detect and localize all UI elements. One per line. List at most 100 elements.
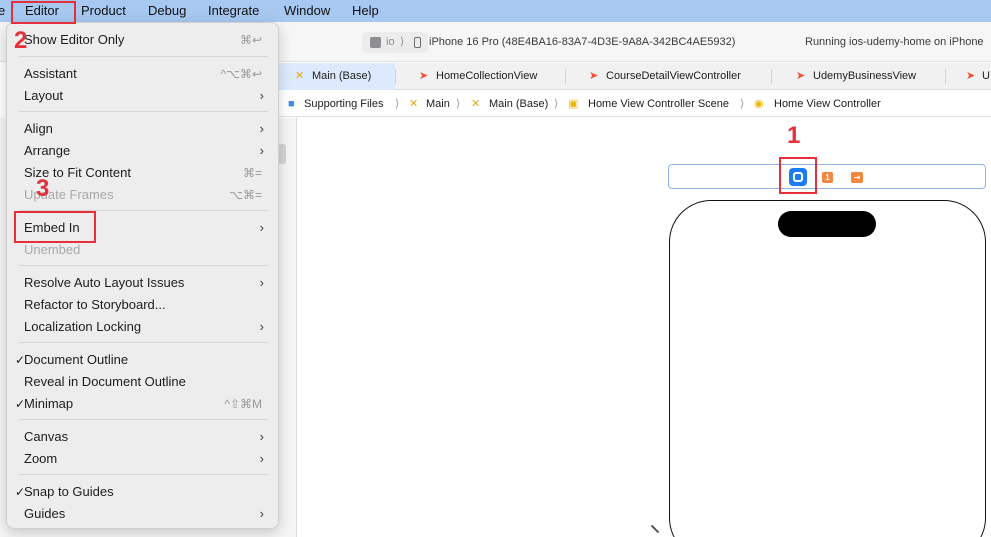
- jumpbar-item-scene[interactable]: Home View Controller Scene: [588, 91, 729, 117]
- chevron-right-icon: ⟩: [456, 98, 461, 110]
- menu-item-size-to-fit-content[interactable]: Size to Fit Content ⌘=: [13, 162, 274, 184]
- menu-item-guides[interactable]: Guides ›: [13, 503, 274, 525]
- activity-status: Running ios-udemy-home on iPhone: [805, 36, 984, 48]
- iphone-frame[interactable]: [669, 200, 986, 537]
- swift-icon: ➤: [589, 70, 599, 82]
- jumpbar-item-view-controller[interactable]: Home View Controller: [774, 91, 881, 117]
- exit-icon[interactable]: ⇥: [851, 172, 863, 183]
- menu-item-label: Zoom: [24, 451, 58, 466]
- menu-item-label: Localization Locking: [24, 319, 142, 334]
- chevron-right-icon: ›: [259, 88, 264, 103]
- tab-main-base[interactable]: ✕ Main (Base): [279, 63, 395, 90]
- swift-icon: ➤: [419, 70, 429, 82]
- pane-resize-knob[interactable]: [278, 144, 286, 164]
- menu-bar: e Editor Product Debug Integrate Window …: [0, 0, 991, 22]
- menu-item-resolve-auto-layout-issues[interactable]: Resolve Auto Layout Issues ›: [13, 272, 274, 294]
- iphone-icon: [414, 37, 421, 48]
- menu-item-label: Reveal in Document Outline: [24, 374, 186, 389]
- chevron-right-icon: ›: [259, 121, 264, 136]
- chevron-right-icon: ⟩: [740, 98, 745, 110]
- run-destination-label: iPhone 16 Pro (48E4BA16-83A7-4D3E-9A8A-3…: [429, 36, 736, 48]
- menu-product[interactable]: Product: [81, 0, 126, 22]
- annotation-box-editor-menu: [11, 1, 76, 24]
- jumpbar-item-supporting-files[interactable]: Supporting Files: [304, 91, 384, 117]
- jump-bar: ■ Supporting Files ⟩ ✕ Main ⟩ ✕ Main (Ba…: [279, 91, 991, 117]
- jumpbar-item-main-base[interactable]: Main (Base): [489, 91, 548, 117]
- menu-item-label: Layout: [24, 88, 64, 103]
- menu-item-layout[interactable]: Layout ›: [13, 85, 274, 107]
- menu-separator: [19, 474, 268, 475]
- shortcut-label: ^⌥⌘↩: [220, 67, 262, 81]
- menu-separator: [19, 419, 268, 420]
- menu-item-label: Canvas: [24, 429, 69, 444]
- chevron-right-icon: ›: [259, 220, 264, 235]
- menu-item-show-editor-only[interactable]: Show Editor Only ⌘↩: [13, 29, 274, 51]
- shortcut-label: ^⇧⌘M: [224, 397, 262, 411]
- shortcut-label: ⌘↩: [239, 33, 262, 47]
- annotation-box-embed-in: [14, 211, 96, 243]
- tab-udemy-business-view[interactable]: ➤ UdemyBusinessView: [771, 63, 945, 90]
- menu-separator: [19, 111, 268, 112]
- menu-item-localization-locking[interactable]: Localization Locking ›: [13, 316, 274, 338]
- menu-help[interactable]: Help: [352, 0, 379, 22]
- chevron-right-icon: ⟩: [400, 36, 405, 48]
- storyboard-icon: ✕: [295, 70, 305, 82]
- tab-label: UdemyBusinessView: [813, 70, 917, 82]
- menu-item-align[interactable]: Align ›: [13, 118, 274, 140]
- tab-home-collection-view[interactable]: ➤ HomeCollectionView: [395, 63, 565, 90]
- annotation-box-view-controller: [779, 157, 817, 194]
- chevron-right-icon: ⟩: [395, 98, 400, 110]
- shortcut-label: ⌘=: [242, 166, 262, 180]
- view-controller-icon: ◉: [754, 98, 764, 110]
- menu-separator: [19, 265, 268, 266]
- menu-item-label: Assistant: [24, 66, 77, 81]
- chevron-right-icon: ›: [259, 451, 264, 466]
- annotation-step-1: 1: [787, 122, 801, 149]
- menu-item-label: Snap to Guides: [24, 484, 114, 499]
- menu-separator: [19, 342, 268, 343]
- tab-course-detail-view-controller[interactable]: ➤ CourseDetailViewController: [565, 63, 771, 90]
- storyboard-icon: ✕: [471, 98, 481, 110]
- tab-label: Main (Base): [312, 70, 372, 82]
- menu-item-label: Arrange: [24, 143, 71, 158]
- chevron-right-icon: ›: [259, 319, 264, 334]
- menu-item-assistant[interactable]: Assistant ^⌥⌘↩: [13, 63, 274, 85]
- menu-debug[interactable]: Debug: [148, 0, 186, 22]
- menu-item-label: Resolve Auto Layout Issues: [24, 275, 185, 290]
- annotation-step-2: 2: [14, 27, 28, 54]
- menu-item-reveal-in-document-outline[interactable]: Reveal in Document Outline: [13, 371, 274, 393]
- menu-item-label: Document Outline: [24, 352, 129, 367]
- scheme-label: io: [386, 36, 395, 48]
- menu-item-zoom[interactable]: Zoom ›: [13, 448, 274, 470]
- tab-overflow[interactable]: ➤ U: [945, 63, 991, 90]
- menu-item-label: Guides: [24, 506, 66, 521]
- chevron-right-icon: ›: [259, 506, 264, 521]
- menu-item-label: Show Editor Only: [24, 32, 125, 47]
- swift-icon: ➤: [966, 70, 976, 82]
- menu-item-label: Refactor to Storyboard...: [24, 297, 166, 312]
- menu-item-minimap[interactable]: ✓ Minimap ^⇧⌘M: [13, 393, 274, 415]
- chevron-right-icon: ›: [259, 429, 264, 444]
- dynamic-island: [778, 211, 876, 237]
- tab-label: U: [982, 70, 990, 82]
- menu-separator: [19, 56, 268, 57]
- menu-item-update-frames: Update Frames ⌥⌘=: [13, 184, 274, 206]
- folder-icon: ■: [288, 98, 295, 110]
- menu-item-arrange[interactable]: Arrange ›: [13, 140, 274, 162]
- tab-label: HomeCollectionView: [436, 70, 538, 82]
- menu-item-refactor-to-storyboard[interactable]: Refactor to Storyboard...: [13, 294, 274, 316]
- tab-label: CourseDetailViewController: [606, 70, 741, 82]
- jumpbar-item-main[interactable]: Main: [426, 91, 450, 117]
- chevron-right-icon: ⟩: [554, 98, 559, 110]
- editor-tab-bar: ✕ Main (Base) ➤ HomeCollectionView ➤ Cou…: [279, 63, 991, 90]
- menu-file[interactable]: e: [0, 0, 5, 22]
- first-responder-icon[interactable]: 1: [822, 172, 833, 183]
- chevron-right-icon: ›: [259, 275, 264, 290]
- menu-integrate[interactable]: Integrate: [208, 0, 259, 22]
- menu-item-canvas[interactable]: Canvas ›: [13, 426, 274, 448]
- storyboard-icon: ✕: [409, 98, 419, 110]
- menu-item-document-outline[interactable]: ✓ Document Outline: [13, 349, 274, 371]
- annotation-step-3: 3: [36, 175, 50, 202]
- menu-item-snap-to-guides[interactable]: ✓ Snap to Guides: [13, 481, 274, 503]
- menu-window[interactable]: Window: [284, 0, 330, 22]
